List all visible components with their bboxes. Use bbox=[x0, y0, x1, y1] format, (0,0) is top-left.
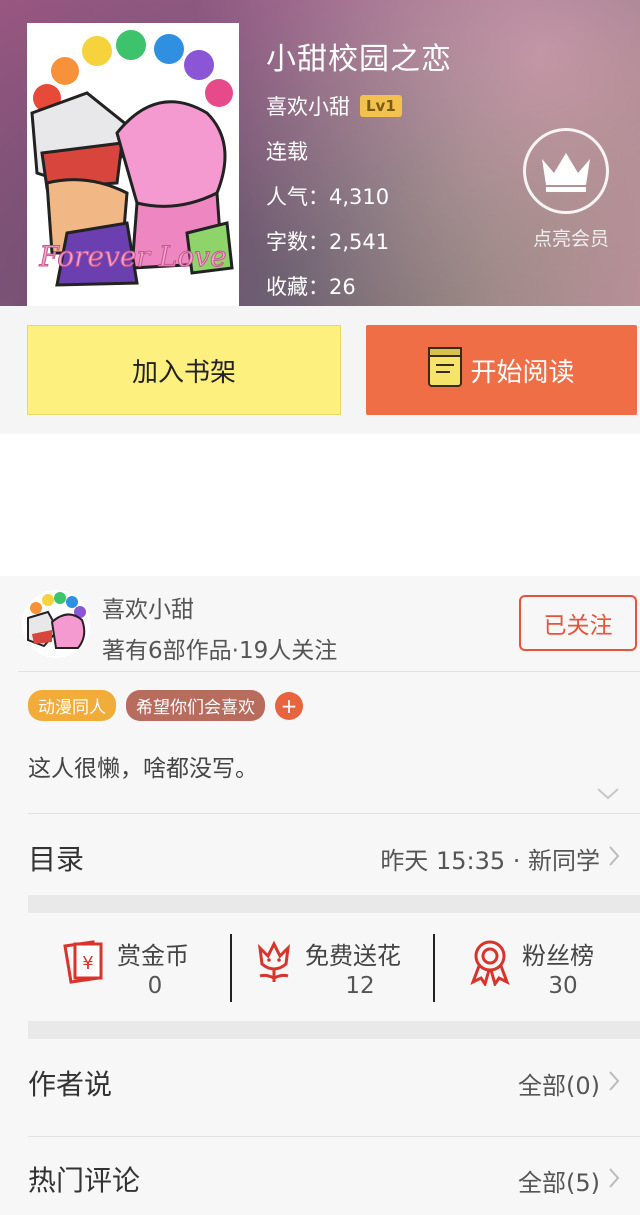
catalog-update-text: 昨天 15:35 · 新同学 bbox=[380, 847, 600, 875]
vip-label: 点亮会员 bbox=[532, 228, 609, 250]
author-intro: 这人很懒，啥都没写。 bbox=[28, 756, 258, 782]
section-gap bbox=[28, 895, 640, 913]
vip-button[interactable]: 点亮会员 bbox=[521, 128, 621, 268]
author-card-stats: 著有6部作品·19人关注 bbox=[102, 638, 338, 664]
author-section: 喜欢小甜 著有6部作品·19人关注 已关注 动漫同人 希望你们会喜欢 + 这人很… bbox=[0, 576, 640, 1215]
send-flower-label: 免费送花 bbox=[305, 942, 401, 970]
svg-text:Forever Love: Forever Love bbox=[38, 240, 226, 273]
author-says-title[interactable]: 作者说 bbox=[28, 1063, 112, 1103]
reward-coin-item[interactable]: ¥ 赏金币 0 bbox=[55, 914, 225, 1026]
reward-stats: ¥ 赏金币 0 免费送花 12 粉丝榜 30 bbox=[0, 914, 640, 1026]
ribbon-medal-icon bbox=[467, 938, 513, 990]
chevron-down-icon[interactable] bbox=[596, 786, 620, 805]
red-envelope-icon: ¥ bbox=[59, 938, 107, 988]
reward-coin-label: 赏金币 bbox=[117, 942, 189, 970]
divider bbox=[433, 934, 435, 1002]
author-card-name[interactable]: 喜欢小甜 bbox=[102, 590, 194, 624]
author-name[interactable]: 喜欢小甜 bbox=[266, 91, 350, 121]
send-flower-item[interactable]: 免费送花 12 bbox=[250, 914, 425, 1026]
add-to-shelf-button[interactable]: 加入书架 bbox=[27, 325, 341, 415]
chevron-right-icon bbox=[608, 1167, 620, 1195]
fan-ranking-item[interactable]: 粉丝榜 30 bbox=[465, 914, 625, 1026]
hot-comments-title[interactable]: 热门评论 bbox=[28, 1159, 140, 1199]
chevron-right-icon bbox=[608, 1070, 620, 1098]
add-to-shelf-label: 加入书架 bbox=[131, 357, 236, 388]
start-reading-button[interactable]: 开始阅读 bbox=[366, 325, 637, 415]
author-says-all-text: 全部(0) bbox=[518, 1072, 600, 1100]
divider bbox=[230, 934, 232, 1002]
tag-list: 动漫同人 希望你们会喜欢 + bbox=[28, 690, 303, 721]
send-flower-value: 12 bbox=[345, 973, 375, 999]
flower-icon bbox=[252, 938, 296, 988]
divider bbox=[28, 813, 640, 814]
add-tag-button[interactable]: + bbox=[275, 691, 303, 720]
blank-area bbox=[0, 434, 640, 576]
follow-button[interactable]: 已关注 bbox=[519, 595, 637, 651]
divider bbox=[28, 1136, 640, 1137]
tag-item[interactable]: 希望你们会喜欢 bbox=[126, 690, 265, 721]
fan-ranking-value: 30 bbox=[548, 973, 578, 999]
popularity: 人气：4,310 bbox=[266, 185, 390, 209]
favorites-count: 收藏：26 bbox=[266, 275, 356, 299]
tag-item[interactable]: 动漫同人 bbox=[28, 690, 116, 721]
crown-icon bbox=[523, 128, 609, 214]
chevron-right-icon bbox=[608, 845, 620, 873]
follow-label: 已关注 bbox=[543, 613, 613, 639]
action-bar: 加入书架 开始阅读 bbox=[0, 306, 640, 434]
author-says-all-link[interactable]: 全部(0) bbox=[518, 1066, 620, 1101]
hot-comments-all-link[interactable]: 全部(5) bbox=[518, 1163, 620, 1198]
hot-comments-all-text: 全部(5) bbox=[518, 1169, 600, 1197]
start-reading-label: 开始阅读 bbox=[470, 357, 575, 388]
book-title: 小甜校园之恋 bbox=[266, 42, 452, 77]
serial-status: 连载 bbox=[266, 140, 308, 164]
avatar[interactable] bbox=[22, 590, 90, 658]
author-line: 喜欢小甜 Lv1 bbox=[266, 91, 402, 121]
level-badge: Lv1 bbox=[360, 95, 402, 117]
svg-text:¥: ¥ bbox=[82, 953, 93, 974]
divider bbox=[18, 671, 640, 672]
cover-illustration: Forever Love bbox=[27, 23, 239, 306]
book-header: Forever Love 小甜校园之恋 喜欢小甜 Lv1 连载 人气：4,310… bbox=[0, 0, 640, 306]
fan-ranking-label: 粉丝榜 bbox=[522, 942, 594, 970]
section-gap bbox=[28, 1021, 640, 1039]
reward-coin-value: 0 bbox=[147, 973, 163, 999]
catalog-update[interactable]: 昨天 15:35 · 新同学 bbox=[380, 841, 620, 876]
word-count: 字数：2,541 bbox=[266, 230, 390, 254]
catalog-title[interactable]: 目录 bbox=[28, 838, 84, 878]
book-cover[interactable]: Forever Love bbox=[27, 23, 239, 306]
book-icon bbox=[428, 346, 463, 394]
